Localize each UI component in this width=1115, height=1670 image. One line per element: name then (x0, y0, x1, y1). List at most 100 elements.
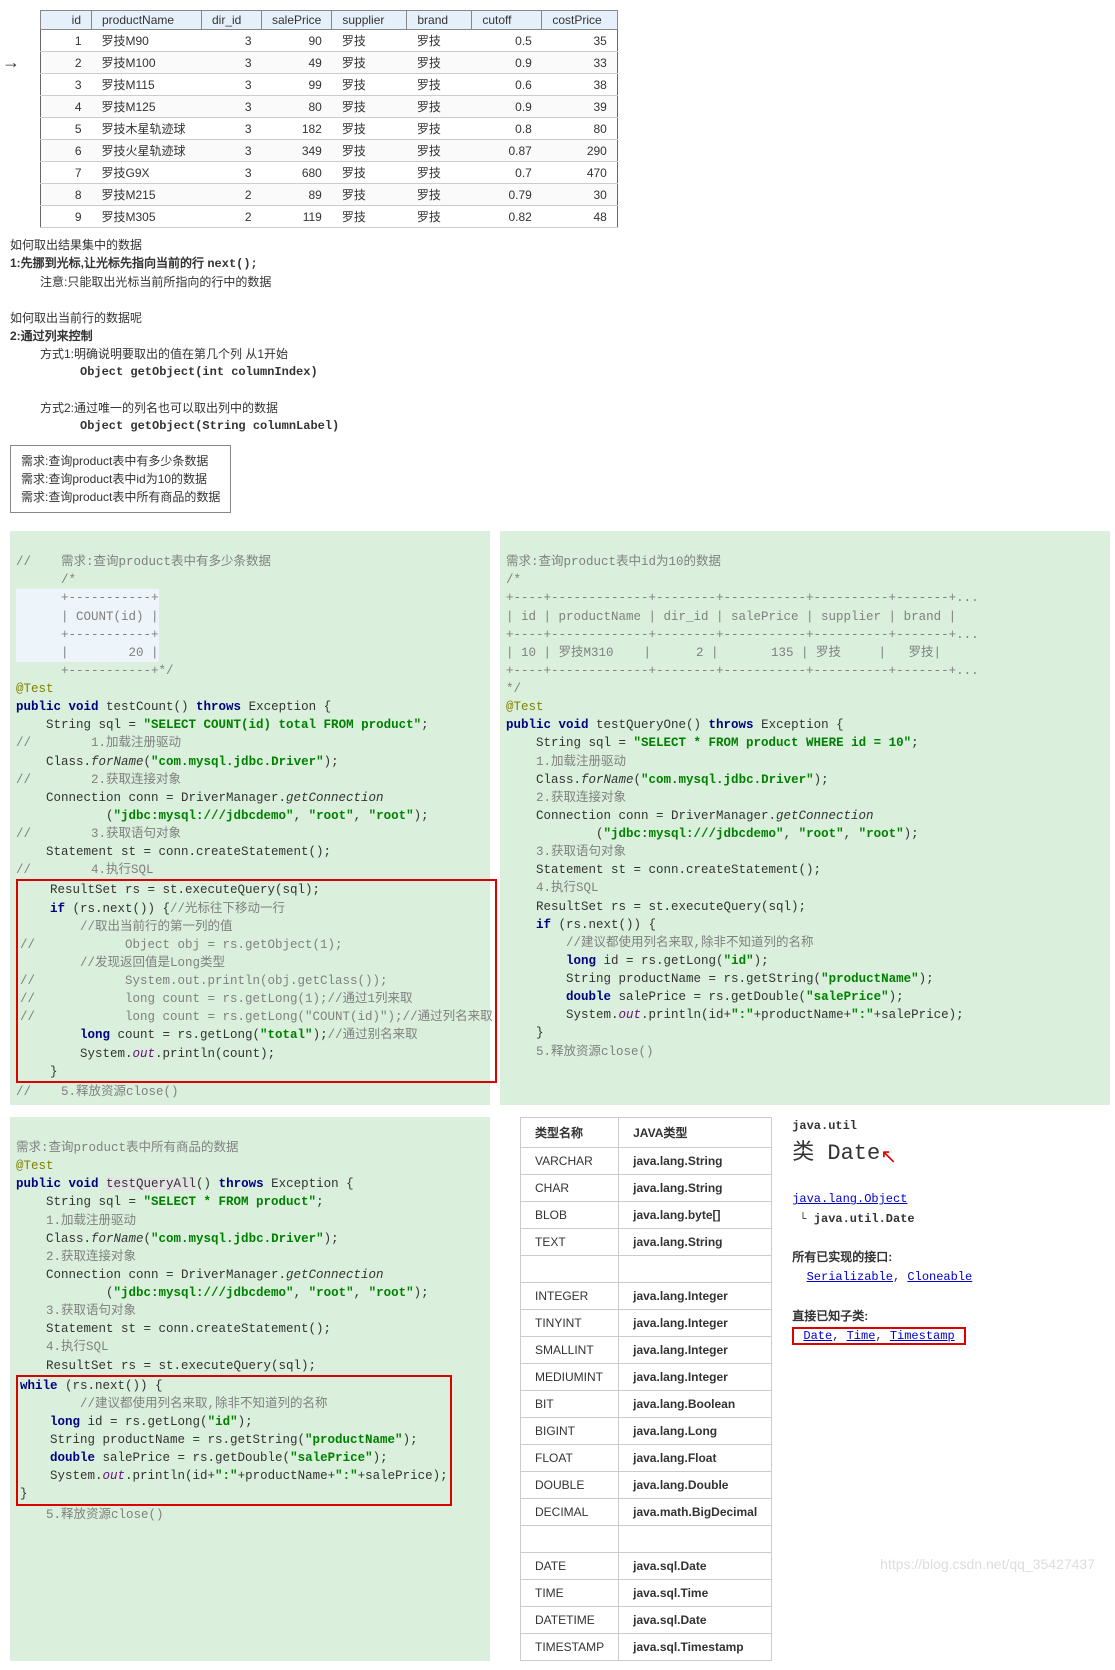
type-col-sql: 类型名称 (521, 1117, 619, 1147)
table-row: 5罗技木星轨迹球3182罗技罗技0.880 (41, 118, 618, 140)
type-cell: java.lang.Double (619, 1471, 772, 1498)
type-row: VARCHARjava.lang.String (521, 1147, 772, 1174)
type-row: DECIMALjava.math.BigDecimal (521, 1498, 772, 1525)
javadoc-parent-link[interactable]: java.lang.Object (792, 1192, 907, 1206)
type-cell: VARCHAR (521, 1147, 619, 1174)
type-cell: java.lang.Boolean (619, 1390, 772, 1417)
table-cell: 7 (41, 162, 92, 184)
table-cell: 罗技 (332, 52, 407, 74)
type-cell (521, 1255, 619, 1282)
table-header: costPrice (542, 11, 618, 30)
table-cell: 0.8 (472, 118, 542, 140)
type-cell: java.lang.String (619, 1147, 772, 1174)
method1-sig: Object getObject(int columnIndex) (80, 363, 1105, 381)
table-cell: 349 (262, 140, 332, 162)
table-header: dir_id (202, 11, 262, 30)
table-cell: 罗技M215 (92, 184, 202, 206)
link-serializable[interactable]: Serializable (807, 1270, 893, 1284)
table-cell: 3 (41, 74, 92, 96)
type-row: TIMESTAMPjava.sql.Timestamp (521, 1633, 772, 1660)
table-cell: 1 (41, 30, 92, 52)
watermark-text: https://blog.csdn.net/qq_35427437 (880, 1556, 1095, 1572)
table-cell: 罗技 (332, 118, 407, 140)
type-row: BIGINTjava.lang.Long (521, 1417, 772, 1444)
table-header: supplier (332, 11, 407, 30)
type-row: BITjava.lang.Boolean (521, 1390, 772, 1417)
table-row: 2罗技M100349罗技罗技0.933 (41, 52, 618, 74)
table-header: id (41, 11, 92, 30)
table-header: salePrice (262, 11, 332, 30)
table-header: brand (407, 11, 472, 30)
table-cell: 罗技M305 (92, 206, 202, 228)
type-cell: java.sql.Time (619, 1579, 772, 1606)
link-timestamp[interactable]: Timestamp (890, 1329, 955, 1343)
table-cell: 4 (41, 96, 92, 118)
table-cell: 290 (542, 140, 618, 162)
type-row: FLOATjava.lang.Float (521, 1444, 772, 1471)
highlighted-resultset-block: ResultSet rs = st.executeQuery(sql); if … (16, 879, 497, 1082)
table-cell: 0.5 (472, 30, 542, 52)
table-cell: 罗技 (407, 96, 472, 118)
table-cell: 罗技 (407, 140, 472, 162)
link-date[interactable]: Date (803, 1329, 832, 1343)
javadoc-self: java.util.Date (814, 1212, 915, 1226)
table-cell: 0.6 (472, 74, 542, 96)
table-cell: 罗技 (332, 30, 407, 52)
table-cell: 80 (542, 118, 618, 140)
type-cell: java.lang.Integer (619, 1282, 772, 1309)
type-row: TINYINTjava.lang.Integer (521, 1309, 772, 1336)
table-cell: 罗技火星轨迹球 (92, 140, 202, 162)
note-q2: 如何取出当前行的数据呢 (10, 309, 1105, 327)
type-row: MEDIUMINTjava.lang.Integer (521, 1363, 772, 1390)
code-block-testqueryone: 需求:查询product表中id为10的数据 /* +----+--------… (500, 531, 1110, 1105)
type-cell (619, 1255, 772, 1282)
note-a2: 2:通过列来控制 (10, 327, 1105, 345)
table-cell: 2 (202, 184, 262, 206)
table-row: 8罗技M215289罗技罗技0.7930 (41, 184, 618, 206)
type-cell: java.lang.Float (619, 1444, 772, 1471)
type-cell: SMALLINT (521, 1336, 619, 1363)
table-cell: 89 (262, 184, 332, 206)
arrow-icon: → (2, 52, 20, 73)
sql-java-type-table: 类型名称 JAVA类型 VARCHARjava.lang.StringCHARj… (520, 1117, 772, 1661)
table-cell: 罗技 (332, 162, 407, 184)
type-cell: DATE (521, 1552, 619, 1579)
product-table: idproductNamedir_idsalePricesupplierbran… (40, 10, 618, 228)
table-cell: 罗技 (332, 206, 407, 228)
type-cell: java.lang.String (619, 1228, 772, 1255)
highlighted-while-block: while (rs.next()) { //建议都使用列名来取,除非不知道列的名… (16, 1375, 452, 1506)
table-cell: 35 (542, 30, 618, 52)
type-cell: java.sql.Date (619, 1606, 772, 1633)
type-cell: CHAR (521, 1174, 619, 1201)
type-cell: java.sql.Timestamp (619, 1633, 772, 1660)
link-time[interactable]: Time (847, 1329, 876, 1343)
table-cell: 罗技M100 (92, 52, 202, 74)
table-row: 1罗技M90390罗技罗技0.535 (41, 30, 618, 52)
table-cell: 182 (262, 118, 332, 140)
table-cell: 3 (202, 30, 262, 52)
type-row: SMALLINTjava.lang.Integer (521, 1336, 772, 1363)
type-cell: java.math.BigDecimal (619, 1498, 772, 1525)
table-cell: 罗技M125 (92, 96, 202, 118)
note-q1: 如何取出结果集中的数据 (10, 236, 1105, 254)
table-cell: 470 (542, 162, 618, 184)
type-cell: java.lang.Integer (619, 1363, 772, 1390)
table-header: cutoff (472, 11, 542, 30)
type-row: TEXTjava.lang.String (521, 1228, 772, 1255)
type-cell: java.lang.String (619, 1174, 772, 1201)
table-cell: 罗技 (332, 140, 407, 162)
table-cell: 罗技 (407, 162, 472, 184)
javadoc-class-title: 类 Date (792, 1141, 880, 1166)
type-col-java: JAVA类型 (619, 1117, 772, 1147)
method2-label: 方式2:通过唯一的列名也可以取出列中的数据 (40, 399, 1105, 417)
table-cell: 39 (542, 96, 618, 118)
table-cell: 3 (202, 52, 262, 74)
table-cell: 0.87 (472, 140, 542, 162)
type-row: BLOBjava.lang.byte[] (521, 1201, 772, 1228)
link-cloneable[interactable]: Cloneable (907, 1270, 972, 1284)
table-cell: 罗技G9X (92, 162, 202, 184)
type-cell: java.lang.Integer (619, 1336, 772, 1363)
table-cell: 33 (542, 52, 618, 74)
type-row: DOUBLEjava.lang.Double (521, 1471, 772, 1498)
type-cell: TIMESTAMP (521, 1633, 619, 1660)
